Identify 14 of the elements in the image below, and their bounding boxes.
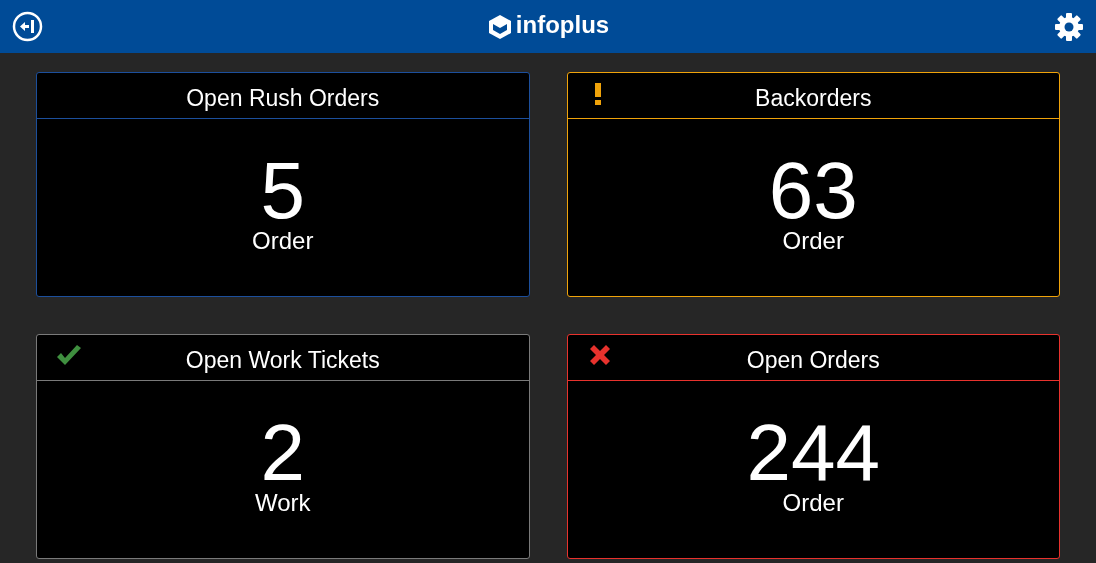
- card-title: Open Rush Orders: [186, 83, 380, 113]
- check-icon: [55, 345, 83, 367]
- dashboard-card[interactable]: Open Work Tickets 2 Work: [36, 334, 530, 559]
- settings-icon[interactable]: [1054, 11, 1084, 42]
- card-title: Open Work Tickets: [185, 345, 380, 375]
- dashboard-card[interactable]: Backorders 63 Order: [566, 72, 1060, 297]
- dashboard-card[interactable]: Open Orders 244 Order: [566, 334, 1060, 559]
- logout-icon[interactable]: [12, 11, 43, 42]
- dashboard-card[interactable]: Open Rush Orders 5 Order: [36, 72, 530, 297]
- logo-text: infoplus: [515, 13, 610, 40]
- card-title: Backorders: [755, 83, 872, 113]
- exclamation-icon: [593, 83, 602, 105]
- card-title: Open Orders: [746, 345, 880, 375]
- logo-icon: [487, 13, 512, 40]
